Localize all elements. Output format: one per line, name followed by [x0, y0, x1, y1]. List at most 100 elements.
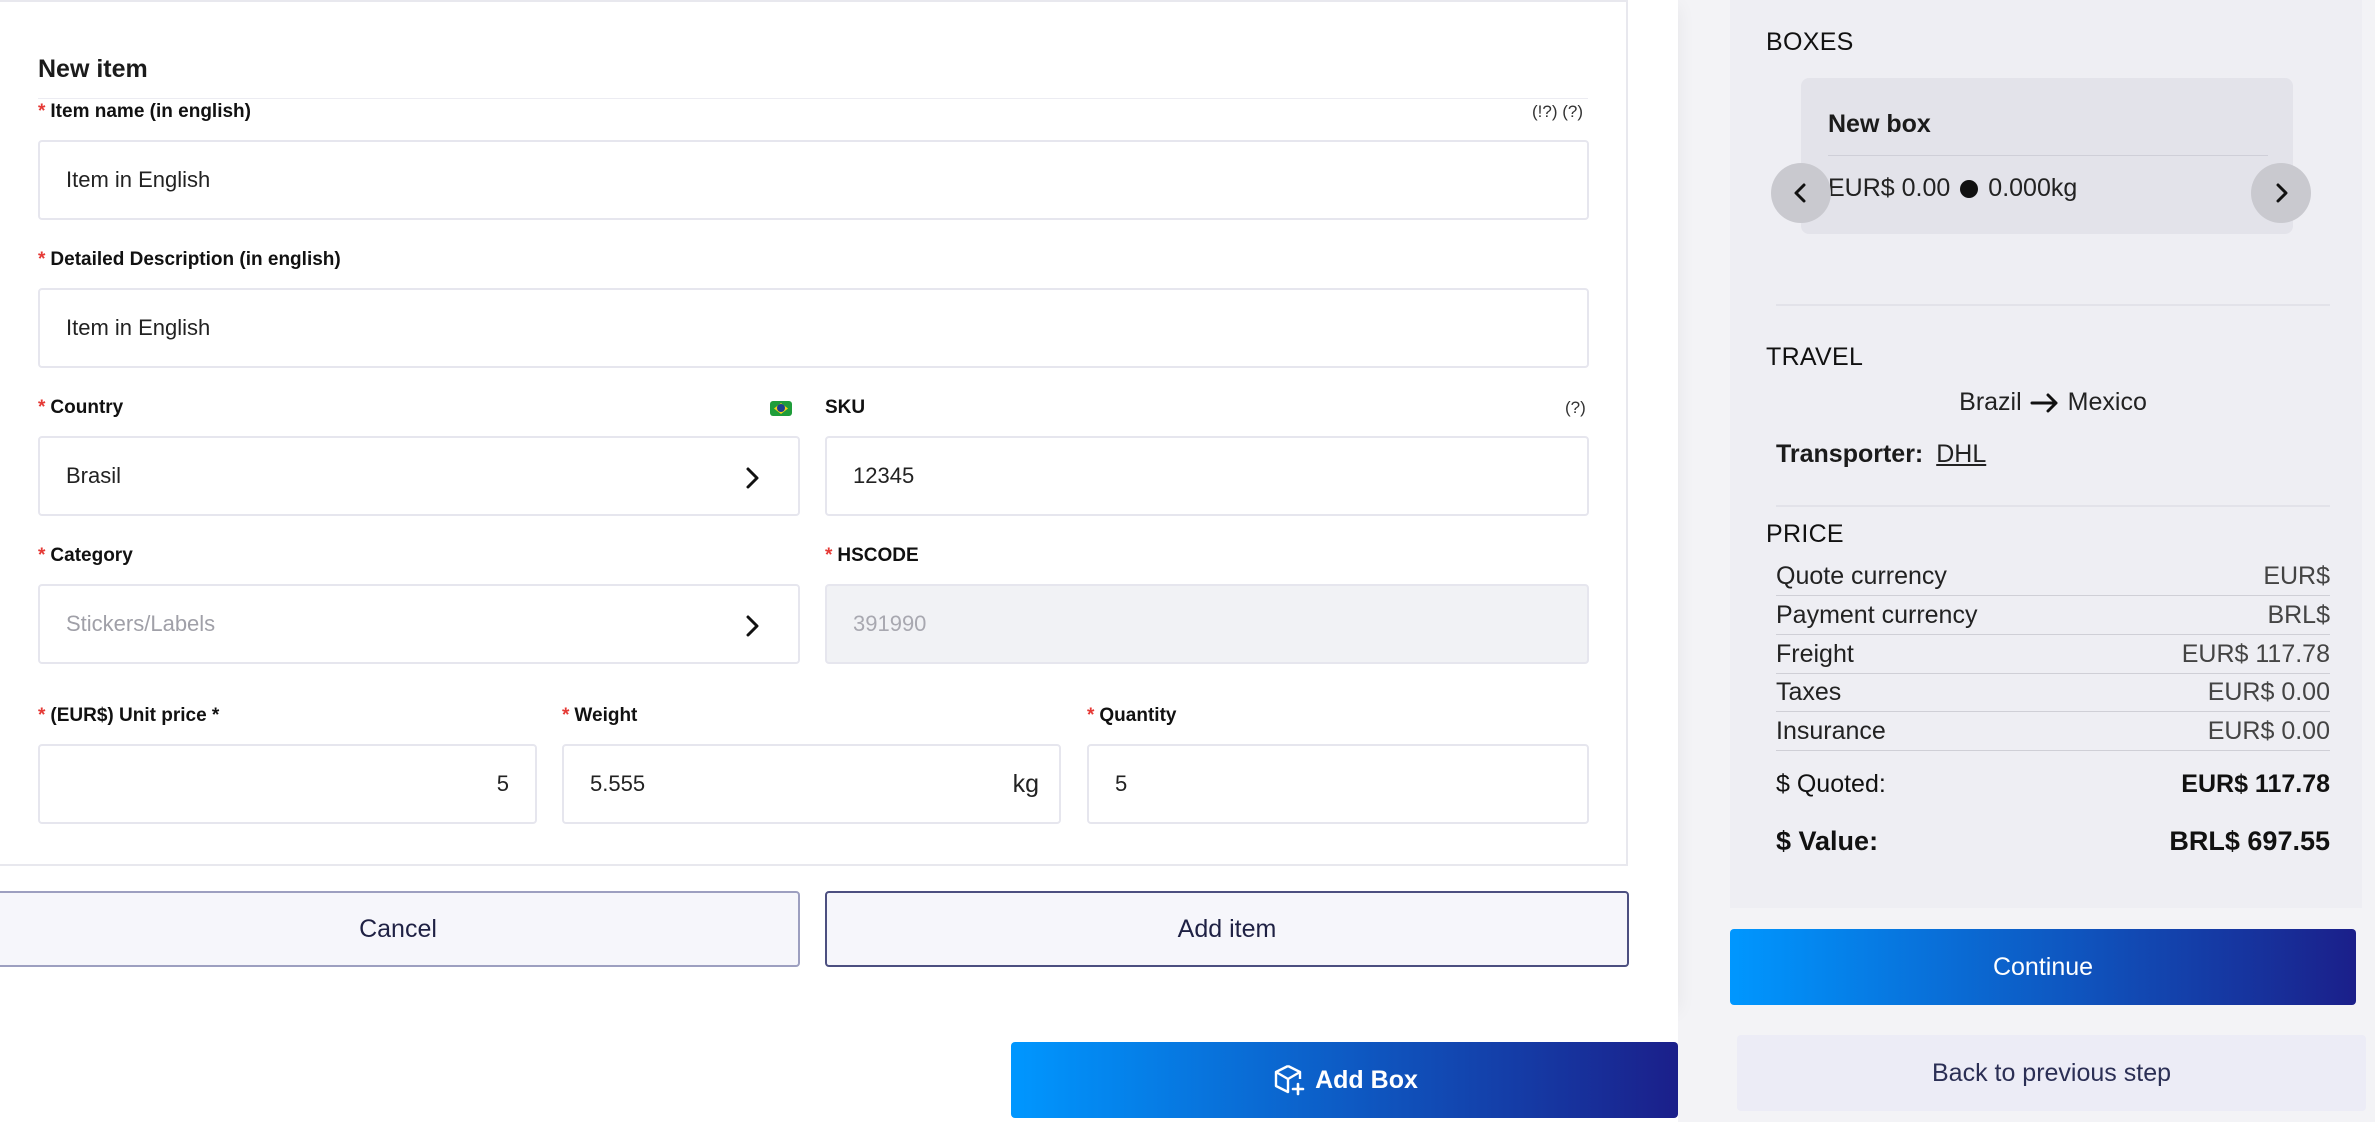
sku-label: SKU — [825, 397, 866, 418]
price-row-taxes: Taxes EUR$ 0.00 — [1776, 674, 2330, 712]
item-name-input[interactable]: Item in English — [38, 140, 1589, 220]
box-price: EUR$ 0.00 — [1828, 174, 1951, 202]
box-weight: 0.000kg — [1988, 174, 2078, 202]
description-input[interactable]: Item in English — [38, 288, 1589, 368]
total-label: $ Value: — [1776, 826, 1879, 856]
transporter-link[interactable]: DHL — [1936, 440, 1986, 468]
price-row-label: Freight — [1776, 640, 1854, 668]
destination-country: Mexico — [2067, 388, 2147, 416]
price-row-value: EUR$ 0.00 — [2207, 717, 2330, 745]
price-row-label: Quote currency — [1776, 562, 1947, 590]
price-row-insurance: Insurance EUR$ 0.00 — [1776, 713, 2330, 751]
transporter: Transporter: DHL — [1776, 440, 1986, 469]
sku-input[interactable]: 12345 — [825, 436, 1589, 516]
price-heading: PRICE — [1766, 520, 1844, 548]
price-row-label: Taxes — [1776, 678, 1842, 706]
page: New item * Item name (in english) (!?) (?… — [0, 0, 2375, 1122]
price-row-value: EUR$ — [2263, 562, 2330, 590]
carousel-prev-button[interactable] — [1771, 163, 1831, 223]
country-select[interactable]: Brasil — [38, 436, 800, 516]
card-title: New item — [38, 55, 148, 83]
required-mark: * — [38, 101, 46, 122]
category-label-text: Category — [50, 545, 133, 566]
quoted-label: $ Quoted: — [1776, 770, 1886, 798]
country-label-text: Country — [50, 397, 124, 418]
required-mark: * — [38, 249, 46, 270]
new-item-card — [0, 0, 1628, 866]
description-label: * Detailed Description (in english) — [38, 249, 341, 271]
total-value-row: $ Value: BRL$ 697.55 — [1776, 826, 2330, 857]
sku-help-icon[interactable]: (?) — [1565, 398, 1586, 418]
travel-heading: TRAVEL — [1766, 343, 1864, 371]
transporter-label: Transporter: — [1776, 440, 1924, 468]
required-mark: * — [38, 545, 46, 566]
box-card[interactable] — [1801, 78, 2293, 234]
required-mark: * — [562, 705, 570, 726]
item-name-help-icon[interactable]: (!?) (?) — [1532, 102, 1583, 122]
price-row-value: BRL$ — [2267, 601, 2330, 629]
country-value: Brasil — [66, 463, 122, 488]
cancel-button[interactable]: Cancel — [0, 891, 800, 967]
section-divider — [1776, 505, 2330, 507]
price-row-quote-currency: Quote currency EUR$ — [1776, 558, 2330, 596]
unit-price-label-text: (EUR$) Unit price * — [50, 705, 220, 726]
card-divider — [38, 98, 1588, 99]
weight-unit: kg — [1012, 769, 1039, 798]
unit-price-input[interactable]: 5 — [38, 744, 537, 824]
add-box-label: Add Box — [1315, 1065, 1418, 1094]
total-value: BRL$ 697.55 — [2169, 826, 2330, 856]
price-row-value: EUR$ 0.00 — [2207, 678, 2330, 706]
quoted-value: EUR$ 117.78 — [2181, 770, 2330, 798]
box-divider — [1828, 155, 2268, 156]
chevron-right-icon — [746, 615, 759, 637]
route: Brazil Mexico — [1776, 388, 2330, 417]
weight-label-text: Weight — [574, 705, 638, 726]
add-box-button[interactable]: Add Box — [1011, 1042, 1678, 1118]
box-title: New box — [1828, 110, 1931, 138]
origin-country: Brazil — [1959, 388, 2022, 416]
brazil-flag-icon — [770, 401, 792, 416]
category-label: * Category — [38, 545, 133, 567]
required-mark: * — [825, 545, 833, 566]
quantity-value: 5 — [1115, 771, 1128, 796]
quantity-label-text: Quantity — [1099, 705, 1177, 726]
box-info: EUR$ 0.00 0.000kg — [1828, 174, 2077, 203]
price-row-freight: Freight EUR$ 117.78 — [1776, 636, 2330, 674]
country-label: * Country — [38, 397, 123, 419]
carousel-next-button[interactable] — [2251, 163, 2311, 223]
required-mark: * — [1087, 705, 1095, 726]
price-row-label: Payment currency — [1776, 601, 1978, 629]
description-value: Item in English — [66, 315, 211, 340]
item-name-label: * Item name (in english) — [38, 101, 251, 123]
chevron-right-icon — [746, 467, 759, 489]
section-divider — [1776, 304, 2330, 306]
boxes-heading: BOXES — [1766, 28, 1854, 56]
quoted-row: $ Quoted: EUR$ 117.78 — [1776, 770, 2330, 799]
price-row-payment-currency: Payment currency BRL$ — [1776, 597, 2330, 635]
unit-price-value: 5 — [496, 771, 509, 796]
hscode-placeholder: 391990 — [853, 611, 927, 636]
required-mark: * — [38, 705, 46, 726]
price-row-value: EUR$ 117.78 — [2181, 640, 2330, 668]
unit-price-label: * (EUR$) Unit price * — [38, 705, 219, 727]
box-add-icon — [1274, 1064, 1305, 1096]
arrow-right-icon — [2030, 393, 2058, 412]
add-item-button[interactable]: Add item — [825, 891, 1629, 967]
item-name-label-text: Item name (in english) — [50, 101, 251, 122]
item-name-value: Item in English — [66, 167, 211, 192]
separator-dot-icon — [1960, 179, 1979, 198]
weight-label: * Weight — [562, 705, 637, 727]
chevron-right-icon — [2276, 183, 2288, 203]
hscode-input: 391990 — [825, 584, 1589, 664]
category-select[interactable]: Stickers/Labels — [38, 584, 800, 664]
continue-button[interactable]: Continue — [1730, 929, 2356, 1005]
quantity-label: * Quantity — [1087, 705, 1176, 727]
quantity-input[interactable]: 5 — [1087, 744, 1589, 824]
back-button[interactable]: Back to previous step — [1737, 1035, 2366, 1111]
weight-value: 5.555 — [590, 771, 646, 796]
price-row-label: Insurance — [1776, 717, 1886, 745]
weight-input[interactable]: 5.555 kg — [562, 744, 1061, 824]
hscode-label: * HSCODE — [825, 545, 919, 567]
chevron-left-icon — [1794, 183, 1806, 203]
hscode-label-text: HSCODE — [837, 545, 919, 566]
